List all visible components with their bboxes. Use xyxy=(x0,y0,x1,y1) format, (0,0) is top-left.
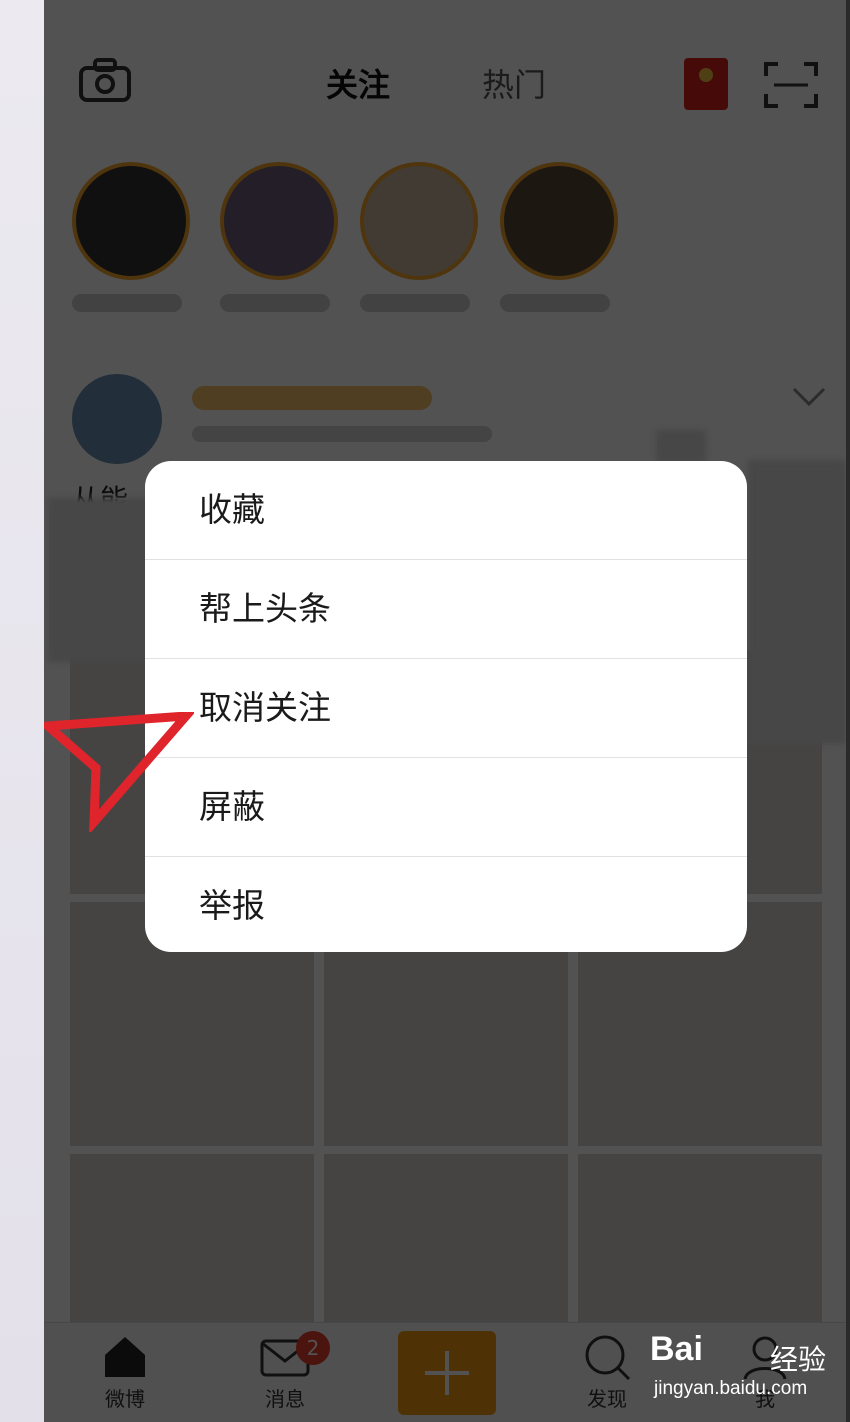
right-margin xyxy=(846,0,850,1422)
baidu-watermark: Bai 经验 jingyan.baidu.com xyxy=(650,1330,850,1410)
blurred-patch xyxy=(48,498,158,662)
menu-item-report[interactable]: 举报 xyxy=(145,857,747,952)
watermark-url: jingyan.baidu.com xyxy=(654,1378,808,1399)
blurred-patch xyxy=(748,460,846,744)
watermark-brand: Bai xyxy=(650,1330,703,1368)
annotation-arrow-icon xyxy=(44,712,194,832)
blurred-patch xyxy=(656,430,706,462)
menu-item-boost[interactable]: 帮上头条 xyxy=(145,560,747,659)
menu-item-block[interactable]: 屏蔽 xyxy=(145,758,747,857)
left-margin xyxy=(0,0,44,1422)
menu-item-favorite[interactable]: 收藏 xyxy=(145,461,747,560)
watermark-brand-cn: 经验 xyxy=(770,1343,827,1376)
context-menu: 收藏 帮上头条 取消关注 屏蔽 举报 xyxy=(145,461,747,952)
phone-screen: 关注 热门 从能 xyxy=(44,0,846,1422)
menu-item-unfollow[interactable]: 取消关注 xyxy=(145,659,747,758)
